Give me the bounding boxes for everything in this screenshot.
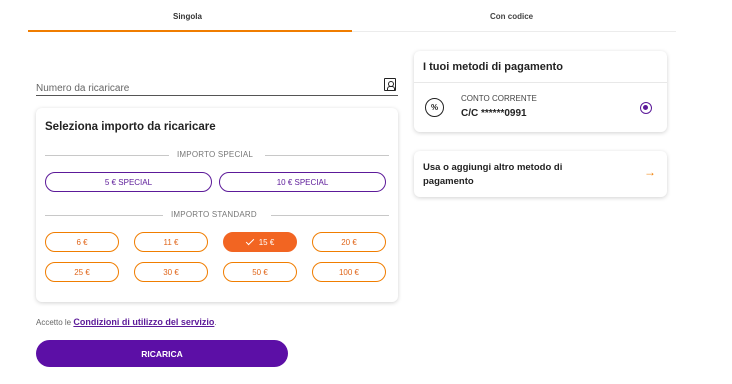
amount-option-15[interactable]: 15 € [223, 232, 297, 252]
payment-methods-card: I tuoi metodi di pagamento % CONTO CORRE… [414, 51, 667, 132]
phone-number-field [36, 78, 398, 96]
divider-line [45, 215, 163, 216]
amount-option-20[interactable]: 20 € [312, 232, 386, 252]
terms-suffix: . [214, 318, 217, 327]
divider-line [271, 215, 389, 216]
active-tab-indicator [28, 30, 352, 32]
payment-methods-title: I tuoi metodi di pagamento [423, 61, 563, 73]
percent-icon: % [425, 98, 444, 117]
divider-line [45, 155, 169, 156]
payment-method-radio[interactable] [640, 102, 652, 114]
tab-con-codice[interactable]: Con codice [490, 12, 533, 21]
tab-bar: Singola Con codice [28, 0, 676, 32]
amount-option-25[interactable]: 25 € [45, 262, 119, 282]
add-payment-method-label: Usa o aggiungi altro metodo di pagamento [423, 162, 563, 187]
amount-option-30[interactable]: 30 € [134, 262, 208, 282]
terms-link[interactable]: Condizioni di utilizzo del servizio [73, 317, 214, 327]
amount-card: Seleziona importo da ricaricare IMPORTO … [36, 108, 398, 302]
divider-line [265, 155, 389, 156]
terms-acceptance: Accetto le Condizioni di utilizzo del se… [36, 317, 217, 327]
amount-option-100[interactable]: 100 € [312, 262, 386, 282]
arrow-right-icon: → [644, 165, 656, 179]
tab-singola[interactable]: Singola [173, 12, 202, 21]
amount-option-6[interactable]: 6 € [45, 232, 119, 252]
payment-method-type: CONTO CORRENTE [461, 94, 537, 103]
standard-section-label: IMPORTO STANDARD [171, 210, 257, 219]
special-section-divider: IMPORTO SPECIAL [45, 150, 389, 160]
amount-option-special-5[interactable]: 5 € SPECIAL [45, 172, 212, 192]
amount-card-title: Seleziona importo da ricaricare [45, 121, 216, 133]
checkmark-icon [245, 236, 254, 245]
amount-option-11[interactable]: 11 € [134, 232, 208, 252]
divider [414, 82, 667, 83]
amount-option-special-10[interactable]: 10 € SPECIAL [219, 172, 386, 192]
amount-option-15-label: 15 € [258, 237, 275, 247]
special-section-label: IMPORTO SPECIAL [177, 150, 254, 159]
amount-option-50[interactable]: 50 € [223, 262, 297, 282]
add-payment-method-button[interactable]: Usa o aggiungi altro metodo di pagamento… [414, 151, 667, 197]
standard-section-divider: IMPORTO STANDARD [45, 210, 389, 220]
payment-method-number: C/C ******0991 [461, 108, 527, 119]
terms-prefix: Accetto le [36, 318, 72, 327]
contact-book-icon[interactable] [384, 78, 396, 91]
ricarica-button[interactable]: RICARICA [36, 340, 288, 367]
phone-number-input[interactable] [36, 81, 366, 94]
